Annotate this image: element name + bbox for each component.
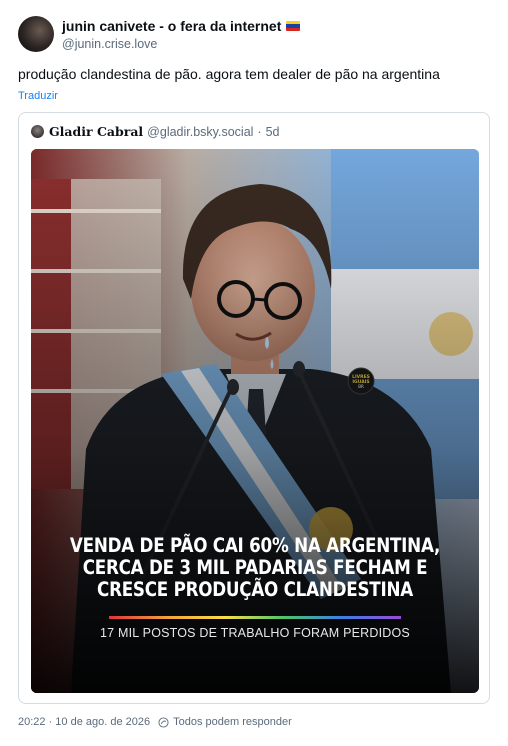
translate-link[interactable]: Traduzir <box>18 90 58 102</box>
quote-photo-illustration: LIVRES IGUAIS BR <box>31 149 479 693</box>
quote-separator: · <box>257 124 262 139</box>
reply-settings-icon <box>158 716 169 728</box>
quote-age[interactable]: 5d <box>266 125 280 139</box>
rainbow-divider <box>109 616 401 619</box>
quoted-post[interactable]: Gladir Cabral @gladir.bsky.social · 5d V… <box>18 112 490 704</box>
author-display-name-text: junin canivete - o fera da internet <box>62 18 282 34</box>
headline-line: VENDA DE PÃO CAI 60% NA ARGENTINA, <box>69 534 441 557</box>
author-avatar[interactable] <box>18 16 54 52</box>
venezuela-flag-icon <box>286 21 301 31</box>
post-header: junin canivete - o fera da internet @jun… <box>18 16 301 52</box>
post-text: produção clandestina de pão. agora tem d… <box>18 66 440 82</box>
reply-settings-text[interactable]: Todos podem responder <box>173 716 292 728</box>
image-headline: VENDA DE PÃO CAI 60% NA ARGENTINA, CERCA… <box>62 535 447 601</box>
quote-header: Gladir Cabral @gladir.bsky.social · 5d <box>31 124 280 139</box>
post-footer: 20:22 · 10 de ago. de 2026 Todos podem r… <box>18 716 292 728</box>
image-subline: 17 MIL POSTOS DE TRABALHO FORAM PERDIDOS <box>100 626 410 640</box>
headline-line: CERCA DE 3 MIL PADARIAS FECHAM E <box>82 556 428 579</box>
author-handle[interactable]: @junin.crise.love <box>62 37 300 51</box>
post-timestamp[interactable]: 20:22 · 10 de ago. de 2026 <box>18 716 150 728</box>
quote-author-handle[interactable]: @gladir.bsky.social <box>147 125 253 139</box>
quote-image[interactable]: LIVRES IGUAIS BR VENDA DE PÃO CAI 60% NA… <box>31 149 479 693</box>
headline-line: CRESCE PRODUÇÃO CLANDESTINA <box>97 578 413 601</box>
author-display-name[interactable]: junin canivete - o fera da internet <box>62 18 301 34</box>
quote-author-name[interactable]: Gladir Cabral <box>49 124 143 139</box>
author-names: junin canivete - o fera da internet @jun… <box>62 18 301 51</box>
quote-author-avatar[interactable] <box>31 125 44 138</box>
